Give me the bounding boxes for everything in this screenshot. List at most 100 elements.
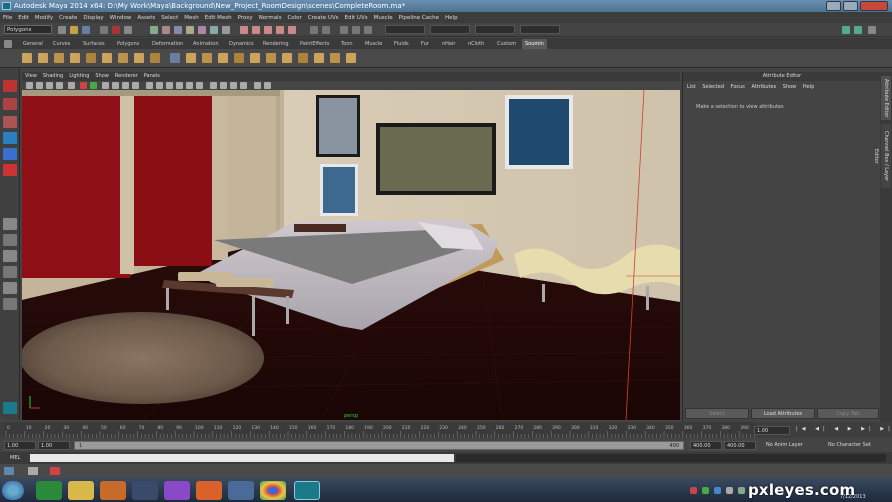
y-field[interactable] (475, 25, 515, 34)
input-line-field[interactable] (385, 25, 425, 34)
snap-curve-icon[interactable] (252, 26, 260, 34)
select-dynamics-icon[interactable] (210, 26, 218, 34)
shelf-menu-icon[interactable] (4, 40, 12, 48)
shelf-tab-muscle[interactable]: Muscle (362, 39, 385, 49)
select-curves-icon[interactable] (174, 26, 182, 34)
shelf-tool-icon-12[interactable] (202, 53, 212, 63)
ae-menu-focus[interactable]: Focus (731, 84, 745, 90)
close-panel-icon[interactable] (50, 467, 60, 475)
shelf-tab-curves[interactable]: Curves (50, 39, 73, 49)
show-hide-tool-settings-icon[interactable] (854, 26, 862, 34)
layout-hypershade-icon[interactable] (3, 298, 17, 310)
vp-menu-shading[interactable]: Shading (40, 72, 66, 81)
shelf-tool-icon-20[interactable] (330, 53, 340, 63)
ae-menu-attributes[interactable]: Attributes (752, 84, 777, 90)
animation-end-field[interactable]: 400.00 (724, 441, 756, 450)
xray-components-icon[interactable] (240, 82, 247, 89)
open-scene-icon[interactable] (70, 26, 78, 34)
ae-menu-selected[interactable]: Selected (702, 84, 724, 90)
shelf-tool-icon-13[interactable] (218, 53, 228, 63)
shelf-tool-icon-7[interactable] (118, 53, 128, 63)
z-field[interactable] (520, 25, 560, 34)
smooth-shade-icon[interactable] (156, 82, 163, 89)
select-surfaces-icon[interactable] (186, 26, 194, 34)
make-live-icon[interactable] (288, 26, 296, 34)
mel-label[interactable]: MEL (10, 455, 20, 461)
range-bar[interactable]: 1 400 (74, 441, 684, 450)
shelf-tool-icon-4[interactable] (70, 53, 80, 63)
perspective-viewport[interactable]: persp (22, 90, 680, 420)
select-tool-icon[interactable] (3, 80, 17, 92)
ae-menu-show[interactable]: Show (783, 84, 797, 90)
shelf-tool-icon-14[interactable] (234, 53, 244, 63)
shelf-tab-polygons[interactable]: Polygons (114, 39, 142, 49)
show-hide-attribute-editor-icon[interactable] (842, 26, 850, 34)
input-output-icon[interactable] (310, 26, 318, 34)
playback-controls[interactable]: |◀ ◀| ◀ ▶ ▶| ▶| (796, 426, 892, 432)
ipr-render-icon[interactable] (352, 26, 360, 34)
shelf-tab-animation[interactable]: Animation (190, 39, 222, 49)
image-plane-icon[interactable] (56, 82, 63, 89)
tray-icon-5[interactable] (738, 487, 745, 494)
mel-input[interactable] (30, 454, 454, 462)
shelf-tool-icon-18[interactable] (298, 53, 308, 63)
ae-menu-help[interactable]: Help (803, 84, 814, 90)
shadows-icon[interactable] (196, 82, 203, 89)
safe-title-icon[interactable] (132, 82, 139, 89)
time-slider[interactable]: 0 10 20 30 40 50 60 70 80 90 100 110 120 130 140 150 160… (0, 422, 892, 438)
camera-select-icon[interactable] (26, 82, 33, 89)
rotate-tool-icon[interactable] (3, 148, 17, 160)
menuset-dropdown[interactable]: Polygons (4, 25, 52, 34)
app-taskbar-icon-purple[interactable] (164, 481, 190, 500)
textured-icon[interactable] (176, 82, 183, 89)
construction-history-icon[interactable] (322, 26, 330, 34)
shelf-tab-painteffects[interactable]: PaintEffects (297, 39, 332, 49)
shelf-tool-icon-11[interactable] (186, 53, 196, 63)
high-quality-icon[interactable] (264, 82, 271, 89)
chrome-taskbar-icon[interactable] (260, 481, 286, 500)
ae-load-attributes-button[interactable]: Load Attributes (751, 408, 815, 419)
shelf-tool-icon-21[interactable] (346, 53, 356, 63)
shelf-tool-icon-16[interactable] (266, 53, 276, 63)
playback-end-field[interactable]: 400.00 (690, 441, 722, 450)
select-rendering-icon[interactable] (222, 26, 230, 34)
vp-menu-view[interactable]: View (22, 72, 40, 81)
shelf-tab-fur[interactable]: Fur (418, 39, 432, 49)
vp-menu-panels[interactable]: Panels (141, 72, 163, 81)
field-chart-icon[interactable] (112, 82, 119, 89)
camera-attributes-icon[interactable] (36, 82, 43, 89)
layout-four-icon[interactable] (3, 234, 17, 246)
lasso-tool-icon[interactable] (3, 98, 17, 110)
firefox-taskbar-icon[interactable] (196, 481, 222, 500)
maya-taskbar-icon[interactable] (294, 481, 320, 500)
tray-icon-1[interactable] (690, 487, 697, 494)
ae-copy-tab-button[interactable]: Copy Tab (817, 408, 879, 419)
side-tab-channel-box[interactable]: Channel Box / Layer Editor (873, 124, 891, 188)
select-handles-icon[interactable] (150, 26, 158, 34)
shelf-tab-custom[interactable]: Custom (494, 39, 519, 49)
use-all-lights-icon[interactable] (186, 82, 193, 89)
maximize-button[interactable] (843, 1, 858, 11)
select-object-icon[interactable] (112, 26, 120, 34)
playback-start-field[interactable]: 1.00 (38, 441, 70, 450)
render-settings-icon[interactable] (364, 26, 372, 34)
character-set-dropdown[interactable]: No Character Set (828, 442, 871, 448)
shelf-tool-icon-9[interactable] (150, 53, 160, 63)
resolution-gate-icon[interactable] (90, 82, 97, 89)
shelf-tool-icon-6[interactable] (102, 53, 112, 63)
shelf-tab-nhair[interactable]: nHair (439, 39, 458, 49)
layout-persp-outliner-icon[interactable] (3, 266, 17, 278)
maximize-panel-icon[interactable] (28, 467, 38, 475)
move-tool-icon[interactable] (3, 132, 17, 144)
side-tab-attribute-editor[interactable]: Attribute Editor (881, 76, 891, 120)
anim-layer-dropdown[interactable]: No Anim Layer (766, 442, 803, 448)
new-scene-icon[interactable] (58, 26, 66, 34)
ae-menu-list[interactable]: List (687, 84, 696, 90)
utorrent-taskbar-icon[interactable] (36, 481, 62, 500)
shelf-tab-fluids[interactable]: Fluids (391, 39, 412, 49)
tray-icon-4[interactable] (726, 487, 733, 494)
shelf-tool-icon-3[interactable] (54, 53, 64, 63)
shelf-tool-icon-8[interactable] (134, 53, 144, 63)
vp-menu-show[interactable]: Show (92, 72, 112, 81)
shelf-tool-icon-17[interactable] (282, 53, 292, 63)
